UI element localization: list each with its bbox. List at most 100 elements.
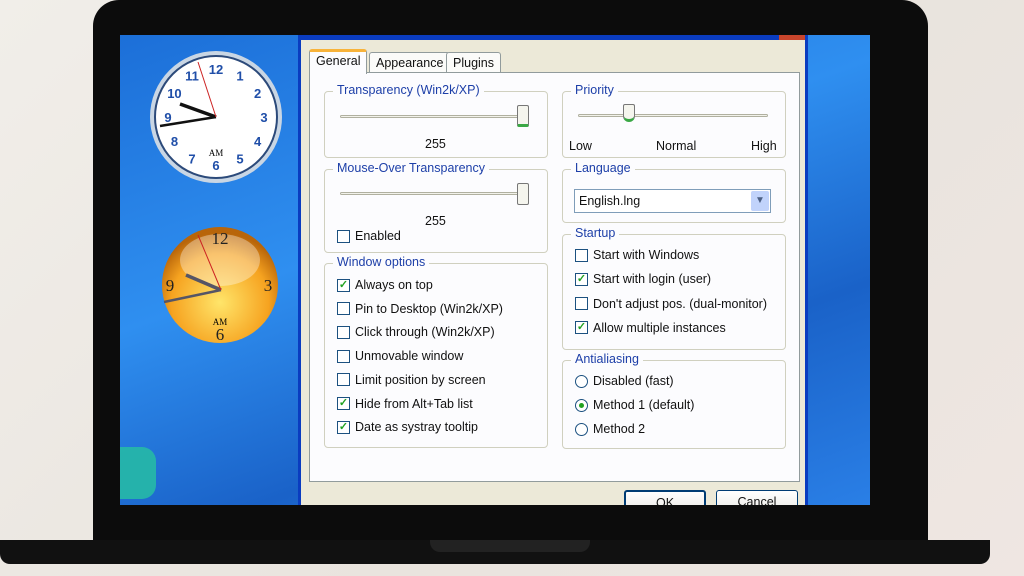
options-dialog: General Appearance Plugins Transparency … [298,35,808,505]
priority-low-label: Low [569,139,592,153]
option-label: Don't adjust pos. (dual-monitor) [593,296,767,311]
checkbox-date-as-systray-tooltip[interactable]: ✓ Date as systray tooltip [337,420,478,434]
desktop-screen: 12 1 2 3 4 5 6 7 8 9 10 11 AM 12 3 6 9 AM General [120,35,870,505]
group-title: Priority [571,83,618,97]
antialiasing-group: Antialiasing Disabled (fast) Method 1 (de… [562,352,786,449]
clock-numeral: 1 [236,68,243,83]
checkbox-box[interactable] [575,297,588,311]
option-label: Click through (Win2k/XP) [355,325,495,340]
chevron-down-icon[interactable]: ▼ [751,191,769,211]
radio-disabled-fast[interactable]: Disabled (fast) [575,374,674,388]
checkbox-allow-multiple-instances[interactable]: ✓ Allow multiple instances [575,321,726,335]
clock-numeral: 3 [264,276,273,295]
checkbox-hide-from-alt-tab-list[interactable]: ✓ Hide from Alt+Tab list [337,397,473,411]
clock-numeral: 12 [209,62,223,77]
checkbox-box[interactable]: ✓ [337,278,350,292]
clock-numeral: 9 [164,110,171,125]
window-options-group: Window options ✓ Always on top Pin to Desk… [324,255,548,448]
analog-clock-orange: 12 3 6 9 AM [162,227,278,344]
tab-appearance[interactable]: Appearance [369,52,451,73]
group-title: Transparency (Win2k/XP) [333,83,484,97]
clock-numeral: 11 [185,68,199,83]
clock-numeral: 6 [212,158,219,173]
option-label: Pin to Desktop (Win2k/XP) [355,301,503,316]
option-label: Unmovable window [355,349,464,364]
clock-period: AM [209,148,224,158]
language-value: English.lng [579,194,641,208]
close-button[interactable] [779,35,805,40]
transparency-group: Transparency (Win2k/XP) 255 [324,83,548,158]
mouse-over-slider[interactable] [340,192,525,195]
mouse-over-group: Mouse-Over Transparency 255 Enabled [324,161,548,253]
checkbox-label: Enabled [355,229,401,243]
clock-numeral: 7 [188,152,195,167]
checkbox-click-through-win2k-xp[interactable]: Click through (Win2k/XP) [337,325,495,339]
clock-numeral: 12 [212,229,229,248]
transparency-value: 255 [425,137,446,151]
transparency-slider[interactable] [340,115,525,118]
clock-numeral: 2 [254,86,261,101]
checkbox-box[interactable] [337,229,350,243]
ok-button[interactable]: OK [624,490,706,505]
option-label: Allow multiple instances [593,320,726,335]
group-title: Window options [333,255,430,269]
checkbox-box[interactable]: ✓ [575,321,588,335]
checkbox-unmovable-window[interactable]: Unmovable window [337,349,463,363]
priority-high-label: High [751,139,777,153]
language-group: Language English.lng ▼ [562,161,786,223]
checkbox-always-on-top[interactable]: ✓ Always on top [337,278,433,292]
title-bar[interactable] [301,35,805,40]
checkbox-pin-to-desktop-win2k-xp[interactable]: Pin to Desktop (Win2k/XP) [337,302,503,316]
checkbox-limit-position-by-screen[interactable]: Limit position by screen [337,373,486,387]
desktop-clocks: 12 1234567891011 AM 12 3 6 9 AM [150,51,282,344]
option-label: Start with login (user) [593,272,712,287]
clock-numeral: 5 [236,152,243,167]
checkbox-box[interactable]: ✓ [337,420,350,434]
cancel-button[interactable]: Cancel [716,490,798,505]
clock-numeral: 3 [260,110,267,125]
radio-button[interactable] [575,398,588,412]
clock-numeral: 4 [254,134,262,149]
option-label: Start with Windows [593,248,700,262]
radio-method-1-default[interactable]: Method 1 (default) [575,398,694,412]
checkbox-box[interactable] [337,325,350,339]
tab-general[interactable]: General [309,49,368,74]
checkbox-box[interactable]: ✓ [337,397,350,410]
group-title: Startup [571,226,620,240]
clock-numeral: 9 [166,276,175,295]
clock-period: AM [213,317,228,327]
group-title: Antialiasing [571,352,643,366]
startup-group: Startup Start with Windows ✓ Start with lo… [562,226,786,350]
option-label: Disabled (fast) [593,374,674,388]
clock-numeral: 6 [216,325,225,344]
checkbox-start-with-login-user[interactable]: ✓ Start with login (user) [575,272,711,286]
checkbox-don-t-adjust-pos-dual-monitor[interactable]: Don't adjust pos. (dual-monitor) [575,297,767,311]
mouse-over-value: 255 [425,214,446,228]
language-select[interactable]: English.lng ▼ [574,189,771,213]
option-label: Date as systray tooltip [355,420,478,435]
checkbox-box[interactable] [337,373,350,387]
laptop-notch [430,540,590,552]
checkbox-box[interactable] [575,248,588,262]
checkbox-box[interactable] [337,302,350,316]
priority-slider-thumb[interactable] [623,104,636,122]
option-label: Method 1 (default) [593,398,695,412]
checkbox-start-with-windows[interactable]: Start with Windows [575,248,699,262]
checkbox-box[interactable] [337,349,350,363]
tab-plugins[interactable]: Plugins [446,52,501,73]
option-label: Always on top [355,278,433,292]
checkbox-box[interactable]: ✓ [575,272,588,286]
priority-group: Priority Low Normal High [562,83,786,158]
option-label: Limit position by screen [355,372,486,387]
clock-numeral: 10 [167,86,181,101]
clock-numeral: 8 [171,134,178,149]
radio-button[interactable] [575,374,588,388]
general-panel: Transparency (Win2k/XP) 255 Mouse-Over T… [309,72,800,482]
radio-button[interactable] [575,422,588,436]
enabled-checkbox[interactable]: Enabled [337,229,401,243]
priority-slider[interactable] [578,114,768,117]
transparency-slider-thumb[interactable] [517,105,529,127]
option-label: Hide from Alt+Tab list [355,396,473,411]
radio-method-2[interactable]: Method 2 [575,422,645,436]
mouse-over-slider-thumb[interactable] [517,183,529,205]
